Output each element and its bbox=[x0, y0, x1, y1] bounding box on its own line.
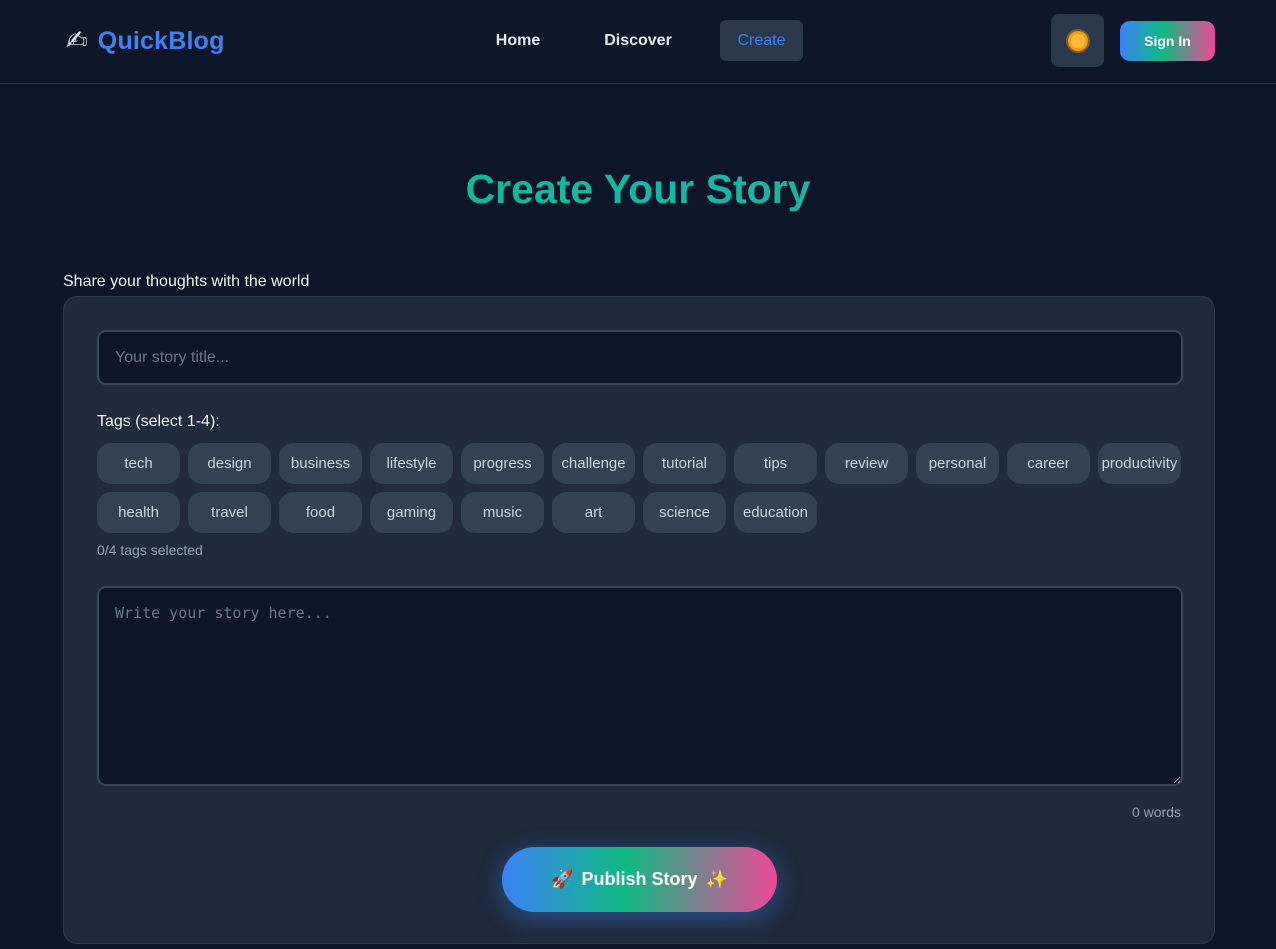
tag-chip[interactable]: food bbox=[279, 492, 362, 533]
writing-hand-icon: ✍ bbox=[66, 26, 88, 56]
sun-icon bbox=[1067, 30, 1088, 51]
tag-chip[interactable]: business bbox=[279, 443, 362, 484]
tag-chip[interactable]: tech bbox=[97, 443, 180, 484]
word-count: 0 words bbox=[1131, 804, 1181, 820]
tag-chip[interactable]: gaming bbox=[370, 492, 453, 533]
tag-chip[interactable]: progress bbox=[461, 443, 544, 484]
page-subtitle: Share your thoughts with the world bbox=[63, 273, 310, 290]
brand-name: QuickBlog bbox=[97, 26, 225, 55]
tag-chip[interactable]: tutorial bbox=[643, 443, 726, 484]
tag-chip[interactable]: design bbox=[188, 443, 271, 484]
story-form-card: Tags (select 1-4): tech design business … bbox=[63, 296, 1215, 944]
tags-label: Tags (select 1-4): bbox=[97, 413, 220, 430]
story-body-textarea[interactable] bbox=[97, 586, 1183, 786]
brand-logo[interactable]: ✍ QuickBlog bbox=[66, 24, 225, 58]
tag-chip[interactable]: productivity bbox=[1098, 443, 1181, 484]
tag-chip[interactable]: career bbox=[1007, 443, 1090, 484]
nav-create[interactable]: Create bbox=[720, 20, 803, 61]
tag-chip[interactable]: tips bbox=[734, 443, 817, 484]
publish-story-button[interactable]: 🚀 Publish Story ✨ bbox=[502, 847, 777, 912]
tag-chip[interactable]: review bbox=[825, 443, 908, 484]
tag-list: tech design business lifestyle progress … bbox=[97, 443, 1197, 533]
navbar: ✍ QuickBlog Home Discover Create Sign In bbox=[0, 0, 1276, 84]
sparkles-icon: ✨ bbox=[705, 869, 728, 890]
nav-discover[interactable]: Discover bbox=[590, 20, 686, 61]
tag-chip[interactable]: health bbox=[97, 492, 180, 533]
sign-in-button[interactable]: Sign In bbox=[1120, 21, 1215, 61]
nav-home[interactable]: Home bbox=[480, 20, 556, 61]
tags-selected-count: 0/4 tags selected bbox=[97, 542, 203, 558]
page-title: Create Your Story bbox=[0, 166, 1276, 213]
tag-chip[interactable]: travel bbox=[188, 492, 271, 533]
tag-chip[interactable]: science bbox=[643, 492, 726, 533]
story-title-input[interactable] bbox=[97, 330, 1183, 385]
tag-chip[interactable]: music bbox=[461, 492, 544, 533]
rocket-icon: 🚀 bbox=[551, 869, 574, 890]
tag-chip[interactable]: challenge bbox=[552, 443, 635, 484]
tag-chip[interactable]: education bbox=[734, 492, 817, 533]
publish-label: Publish Story bbox=[581, 869, 698, 889]
theme-toggle-button[interactable] bbox=[1051, 14, 1104, 67]
tag-chip[interactable]: art bbox=[552, 492, 635, 533]
tag-chip[interactable]: personal bbox=[916, 443, 999, 484]
tag-chip[interactable]: lifestyle bbox=[370, 443, 453, 484]
